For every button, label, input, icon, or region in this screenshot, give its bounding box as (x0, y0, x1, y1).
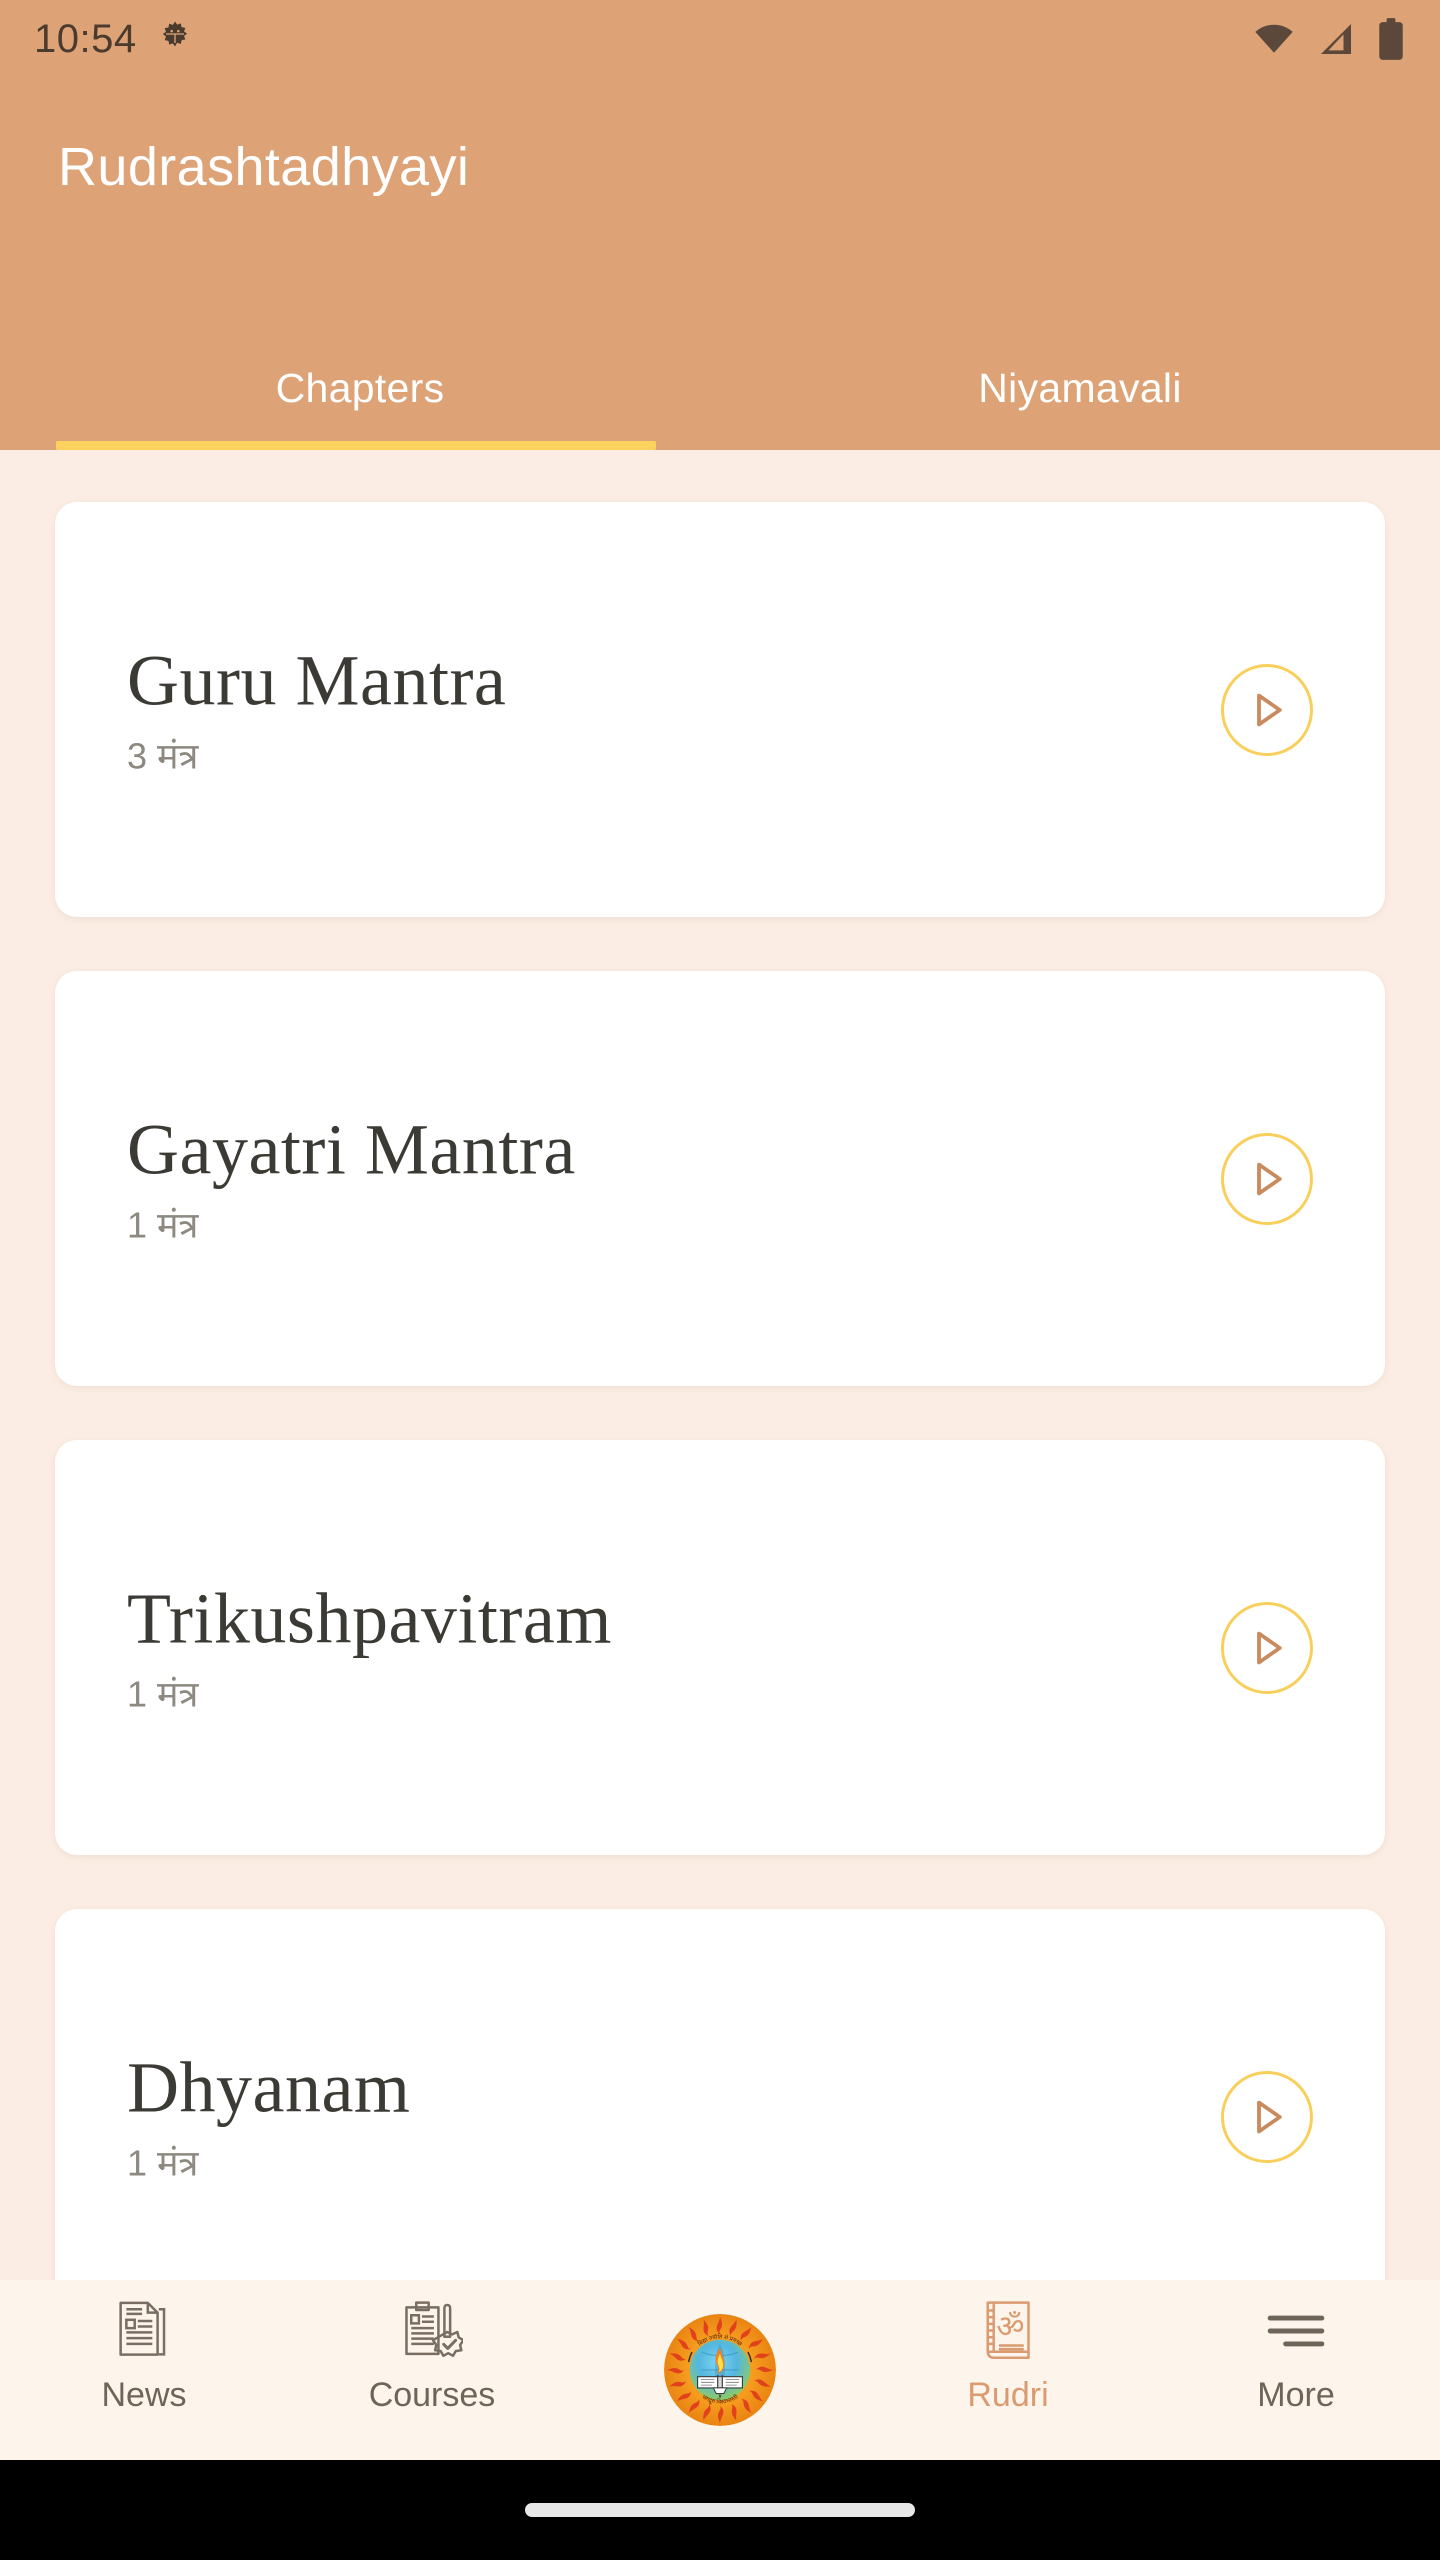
page-title: Rudrashtadhyayi (58, 137, 470, 197)
status-bar: 10:54 (0, 0, 1440, 78)
tab-chapters-label: Chapters (275, 364, 445, 411)
chapters-scroll-area[interactable]: Guru Mantra 3 मंत्र Gayatri Mantra 1 मंत… (0, 450, 1440, 2280)
app-screen: 10:54 Rudrashtadhyayi Chapters Niyamaval… (0, 0, 1440, 2560)
status-bar-left: 10:54 (34, 19, 195, 59)
nav-item-home-logo[interactable]: विद्या ज्योति शं प्रयच्छ जगद्गुरु विश्वभ… (576, 2280, 864, 2460)
nav-item-rudri[interactable]: ॐ Rudri (864, 2280, 1152, 2460)
chapter-title: Gayatri Mantra (127, 1108, 576, 1189)
status-bar-right (1252, 17, 1406, 61)
play-icon (1243, 1155, 1291, 1203)
om-book-icon: ॐ (979, 2298, 1037, 2364)
play-icon (1243, 686, 1291, 734)
tab-niyamavali-label: Niyamavali (978, 364, 1182, 411)
gear-icon (155, 19, 195, 59)
bottom-navigation-bar: News Courses विद्या ज्योति शं प्रयच्छ जग… (0, 2280, 1440, 2460)
chapter-card-text: Gayatri Mantra 1 मंत्र (127, 1108, 576, 1246)
play-button[interactable] (1221, 1601, 1313, 1694)
nav-item-courses[interactable]: Courses (288, 2280, 576, 2460)
status-bar-clock: 10:54 (34, 17, 137, 61)
svg-text:ॐ: ॐ (996, 2309, 1024, 2345)
clipboard-check-icon (401, 2298, 463, 2364)
hamburger-menu-icon (1265, 2298, 1327, 2364)
chapter-card-text: Dhyanam 1 मंत्र (127, 2046, 411, 2184)
nav-item-more[interactable]: More (1152, 2280, 1440, 2460)
tab-niyamavali[interactable]: Niyamavali (720, 326, 1440, 450)
news-document-icon (114, 2298, 174, 2364)
battery-icon (1376, 17, 1406, 61)
nav-item-news-label: News (101, 2376, 187, 2414)
tab-chapters[interactable]: Chapters (0, 326, 720, 450)
chapter-mantra-count: 1 मंत्र (127, 1673, 199, 1715)
chapter-card-list: Guru Mantra 3 मंत्र Gayatri Mantra 1 मंत… (0, 450, 1440, 2280)
chapter-card-text: Trikushpavitram 1 मंत्र (127, 1577, 612, 1715)
gesture-home-handle[interactable] (525, 2503, 915, 2517)
play-button[interactable] (1221, 2070, 1313, 2163)
nav-item-rudri-label: Rudri (967, 2376, 1049, 2414)
wifi-icon (1252, 17, 1296, 61)
app-bar: Rudrashtadhyayi Chapters Niyamavali (0, 78, 1440, 450)
chapter-card[interactable]: Guru Mantra 3 मंत्र (55, 502, 1385, 917)
chapter-mantra-count: 1 मंत्र (127, 1204, 199, 1246)
chapter-card[interactable]: Gayatri Mantra 1 मंत्र (55, 971, 1385, 1386)
nav-item-more-label: More (1257, 2376, 1335, 2414)
tab-bar: Chapters Niyamavali (0, 326, 1440, 450)
play-icon (1243, 2093, 1291, 2141)
tab-active-indicator (56, 441, 656, 450)
play-button[interactable] (1221, 663, 1313, 756)
chapter-mantra-count: 3 मंत्र (127, 735, 199, 777)
chapter-card[interactable]: Dhyanam 1 मंत्र (55, 1909, 1385, 2280)
chapter-title: Dhyanam (127, 2046, 411, 2127)
chapter-card[interactable]: Trikushpavitram 1 मंत्र (55, 1440, 1385, 1855)
nav-item-courses-label: Courses (368, 2376, 496, 2414)
chapter-title: Guru Mantra (127, 639, 507, 720)
play-icon (1243, 1624, 1291, 1672)
app-logo-icon: विद्या ज्योति शं प्रयच्छ जगद्गुरु विश्वभ… (664, 2314, 776, 2426)
nav-item-news[interactable]: News (0, 2280, 288, 2460)
chapter-mantra-count: 1 मंत्र (127, 2142, 199, 2184)
system-navigation-bar (0, 2460, 1440, 2560)
cellular-signal-icon (1316, 19, 1356, 59)
chapter-card-text: Guru Mantra 3 मंत्र (127, 639, 507, 777)
chapter-title: Trikushpavitram (127, 1577, 612, 1658)
play-button[interactable] (1221, 1132, 1313, 1225)
